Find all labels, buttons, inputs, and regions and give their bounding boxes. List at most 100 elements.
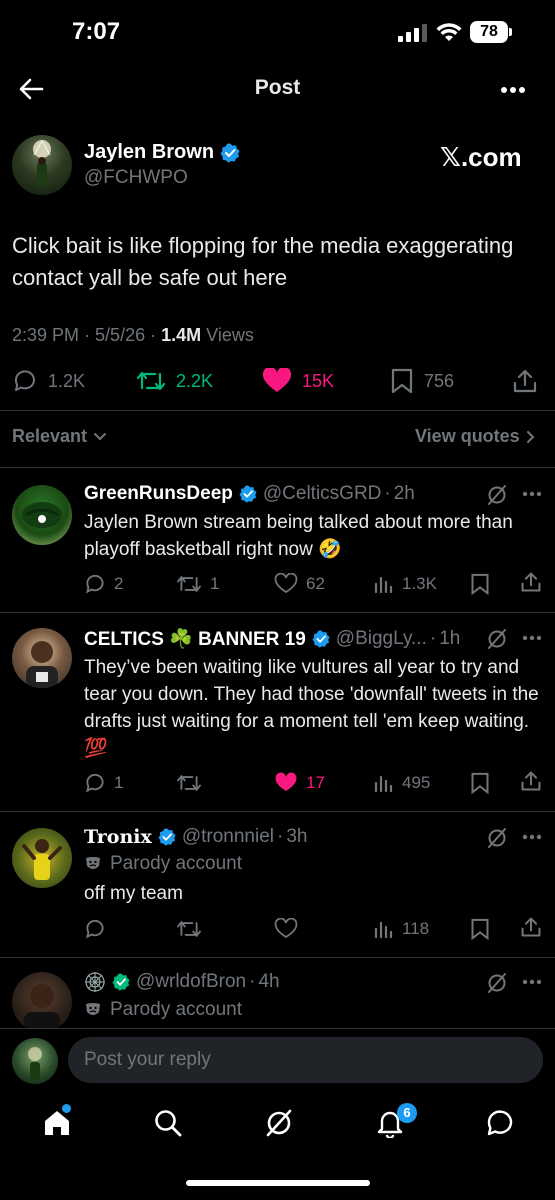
like-action[interactable]: 17: [274, 772, 325, 794]
repost-action[interactable]: 1: [176, 573, 219, 595]
parody-label: Parody account: [84, 853, 242, 875]
view-quotes-link[interactable]: View quotes: [415, 426, 536, 447]
page-title: Post: [254, 76, 301, 99]
author-name-row[interactable]: Jaylen Brown: [84, 141, 240, 164]
reply-icon: [12, 368, 38, 394]
views-action[interactable]: 118: [374, 919, 429, 939]
separator-dot: ·: [429, 628, 437, 649]
grok-icon[interactable]: [486, 484, 508, 506]
reply-text: They’ve been waiting like vultures all y…: [84, 657, 539, 759]
like-action[interactable]: 62: [274, 573, 325, 595]
theater-mask-icon: [84, 1001, 102, 1019]
verified-badge-icon: [112, 973, 130, 991]
post-views-count: 1.4M: [161, 325, 202, 345]
reply-author-handle[interactable]: @CelticsGRD: [263, 483, 382, 505]
reply-header: CELTICS ☘️ BANNER 19 @BiggLy... · 1h: [84, 627, 460, 651]
sort-dropdown[interactable]: Relevant: [12, 426, 107, 447]
repost-action[interactable]: [176, 918, 210, 940]
reply-author-handle[interactable]: @tronnniel: [182, 826, 274, 848]
share-icon[interactable]: [512, 368, 538, 394]
view-quotes-label: View quotes: [415, 426, 520, 446]
views-count: 118: [402, 919, 430, 938]
reply-actions: 1 17 495: [84, 770, 544, 796]
views-action[interactable]: 495: [374, 773, 430, 793]
reply-time: 2h: [393, 483, 415, 504]
cellular-signal-icon: [398, 24, 428, 42]
post-meta: 2:39 PM · 5/5/26 · 1.4M Views: [12, 325, 254, 345]
reply-avatar[interactable]: [12, 972, 72, 1032]
reply-author-handle[interactable]: @wrldofBron: [136, 971, 246, 993]
reply-action[interactable]: 1.2K: [12, 368, 85, 394]
reply-time: 4h: [258, 971, 280, 992]
parody-account-text: Parody account: [110, 853, 243, 874]
spiderweb-icon: [84, 971, 106, 993]
bookmark-icon: [390, 368, 414, 394]
like-action[interactable]: [274, 918, 306, 940]
share-icon[interactable]: [520, 770, 542, 792]
bookmark-icon[interactable]: [470, 573, 490, 595]
separator-dot: ·: [276, 826, 284, 847]
wifi-icon: [436, 22, 462, 42]
author-name[interactable]: Jaylen Brown: [84, 141, 214, 164]
reply-text: off my team: [84, 883, 183, 904]
more-options-icon[interactable]: [522, 635, 542, 641]
bookmark-icon[interactable]: [470, 918, 490, 940]
like-action[interactable]: 15K: [262, 368, 334, 394]
grok-icon[interactable]: [486, 628, 508, 650]
reply-avatar[interactable]: [12, 628, 72, 688]
grok-icon[interactable]: [486, 827, 508, 849]
bookmark-count: 756: [424, 370, 455, 391]
theater-mask-icon: [84, 855, 102, 873]
home-indicator: [186, 1180, 370, 1186]
reply-avatar[interactable]: [12, 485, 72, 545]
repost-count: 1: [210, 574, 220, 593]
more-options-icon[interactable]: [522, 979, 542, 985]
battery-indicator: 78: [470, 21, 508, 43]
grok-icon[interactable]: [264, 1108, 294, 1138]
grok-icon[interactable]: [486, 972, 508, 994]
parody-label: Parody account: [84, 999, 242, 1021]
repost-icon: [176, 772, 202, 794]
more-options-icon[interactable]: [500, 86, 526, 94]
search-icon[interactable]: [153, 1108, 183, 1138]
bookmark-action[interactable]: 756: [390, 368, 454, 394]
share-icon[interactable]: [520, 571, 542, 593]
more-options-icon[interactable]: [522, 834, 542, 840]
divider: [0, 811, 555, 812]
verified-badge-icon: [312, 630, 330, 648]
reply-action[interactable]: 2: [84, 573, 123, 595]
author-avatar[interactable]: [12, 135, 72, 195]
bookmark-icon[interactable]: [470, 772, 490, 794]
reply-avatar[interactable]: [12, 828, 72, 888]
reply-count: 1.2K: [48, 370, 86, 391]
more-options-icon[interactable]: [522, 491, 542, 497]
like-count: 15K: [302, 370, 335, 391]
chevron-down-icon: [93, 432, 107, 442]
reply-action[interactable]: [84, 918, 114, 940]
user-avatar[interactable]: [12, 1038, 58, 1084]
messages-icon[interactable]: [485, 1108, 515, 1138]
reply-time: 3h: [286, 826, 308, 847]
post-views-label: Views: [206, 325, 254, 345]
views-count: 495: [402, 773, 431, 792]
views-action[interactable]: 1.3K: [374, 574, 437, 594]
heart-icon: [274, 573, 298, 595]
reply-time: 1h: [439, 628, 461, 649]
reply-input[interactable]: Post your reply: [68, 1037, 543, 1083]
divider: [0, 957, 555, 958]
heart-icon: [262, 368, 292, 394]
reply-author-handle[interactable]: @BiggLy...: [336, 628, 427, 650]
reply-header: @wrldofBron · 4h: [84, 971, 280, 993]
reply-action[interactable]: 1: [84, 772, 123, 794]
share-icon[interactable]: [520, 916, 542, 938]
reply-author-name[interactable]: Tronix: [84, 826, 152, 848]
verified-badge-icon: [158, 828, 176, 846]
divider: [0, 612, 555, 613]
reply-author-name[interactable]: CELTICS ☘️ BANNER 19: [84, 627, 306, 651]
repost-icon: [136, 368, 166, 394]
repost-action[interactable]: [176, 772, 210, 794]
author-handle[interactable]: @FCHWPO: [84, 167, 188, 189]
repost-action[interactable]: 2.2K: [136, 368, 213, 394]
reply-author-name[interactable]: GreenRunsDeep: [84, 483, 233, 505]
reply-actions: 118: [84, 916, 544, 942]
